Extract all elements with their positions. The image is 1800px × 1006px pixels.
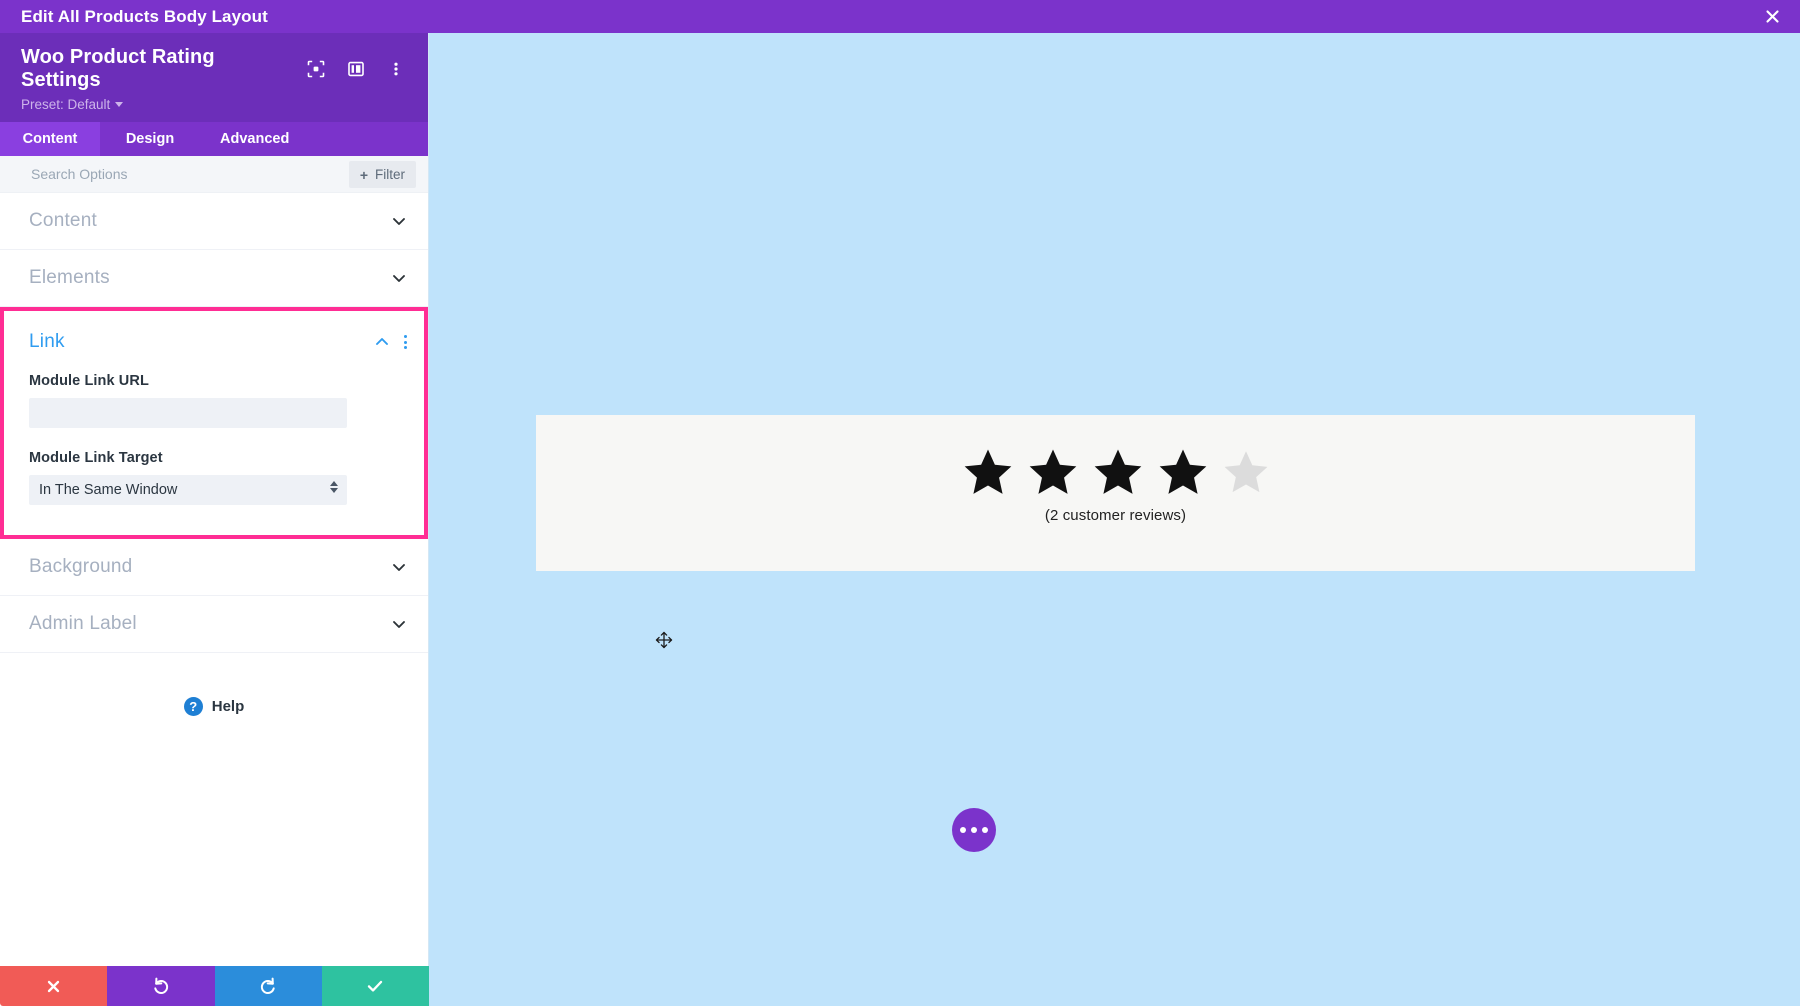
- save-button[interactable]: [321, 966, 429, 1006]
- preview-canvas: (2 customer reviews): [429, 33, 1800, 1006]
- tab-content[interactable]: Content: [0, 122, 100, 156]
- panel-header-icons: [305, 58, 407, 80]
- redo-button[interactable]: [214, 966, 322, 1006]
- undo-button[interactable]: [107, 966, 215, 1006]
- window-title: Edit All Products Body Layout: [21, 6, 268, 26]
- settings-panel: Woo Product Rating Settings Preset: Defa…: [0, 33, 429, 1006]
- preset-label: Preset: Default: [21, 97, 111, 112]
- chevron-up-icon[interactable]: [374, 334, 390, 350]
- section-label: Content: [29, 210, 97, 231]
- divi-builder-screen: Edit All Products Body Layout Woo Produc…: [0, 0, 1800, 1006]
- star-rating: [536, 415, 1695, 497]
- search-bar: + Filter: [0, 156, 428, 193]
- module-link-target-select[interactable]: In The Same Window: [29, 475, 347, 505]
- section-toggle-content[interactable]: Content: [0, 193, 428, 250]
- section-link-highlighted: Link Module Link URL Module Link Target …: [0, 307, 428, 539]
- move-cursor-icon: [655, 631, 673, 649]
- star-filled-icon: [1094, 449, 1141, 494]
- settings-sections: Content Elements Link Module Link URL Mo…: [0, 193, 428, 966]
- filter-button-label: Filter: [375, 167, 405, 182]
- module-settings-title: Woo Product Rating Settings: [21, 46, 215, 91]
- chevron-down-icon: [391, 616, 407, 632]
- star-filled-icon: [1029, 449, 1076, 494]
- question-mark-icon: ?: [183, 697, 203, 716]
- close-icon[interactable]: [1744, 0, 1800, 33]
- section-options-kebab-icon[interactable]: [404, 335, 407, 349]
- star-empty-icon: [1224, 451, 1267, 493]
- section-toggle-elements[interactable]: Elements: [0, 250, 428, 307]
- field-label: Module Link Target: [29, 450, 163, 466]
- top-bar: Edit All Products Body Layout: [0, 0, 1800, 33]
- help-button[interactable]: ? Help: [0, 697, 428, 716]
- section-toggle-background[interactable]: Background: [0, 539, 428, 596]
- updown-arrows-icon: [330, 481, 338, 493]
- chevron-down-icon: [391, 559, 407, 575]
- settings-tabs: Content Design Advanced: [0, 122, 428, 156]
- module-link-target-value: In The Same Window: [29, 475, 347, 505]
- field-module-link-target: Module Link Target In The Same Window: [4, 450, 424, 535]
- star-filled-icon: [964, 449, 1011, 494]
- star-filled-icon: [1159, 449, 1206, 494]
- panel-layout-icon[interactable]: [345, 58, 367, 80]
- field-label: Module Link URL: [29, 373, 149, 389]
- chevron-down-icon: [115, 102, 124, 107]
- cancel-button[interactable]: [0, 966, 108, 1006]
- preset-selector[interactable]: Preset: Default: [21, 97, 407, 112]
- focus-target-icon[interactable]: [305, 58, 327, 80]
- section-label: Elements: [29, 267, 110, 288]
- panel-action-bar: [0, 966, 429, 1006]
- ellipsis-icon[interactable]: [952, 808, 996, 852]
- chevron-down-icon: [391, 270, 407, 286]
- tab-design[interactable]: Design: [100, 122, 200, 156]
- panel-header: Woo Product Rating Settings Preset: Defa…: [0, 33, 428, 122]
- section-link-controls: [374, 334, 407, 350]
- field-module-link-url: Module Link URL: [4, 373, 424, 428]
- section-label: Admin Label: [29, 613, 137, 634]
- chevron-down-icon: [391, 213, 407, 229]
- plus-icon: +: [359, 166, 368, 183]
- section-label: Background: [29, 556, 133, 577]
- customer-reviews-count[interactable]: (2 customer reviews): [536, 507, 1695, 524]
- woo-product-rating-module[interactable]: (2 customer reviews): [536, 415, 1695, 571]
- kebab-menu-icon[interactable]: [385, 58, 407, 80]
- help-label: Help: [211, 698, 245, 715]
- tab-advanced[interactable]: Advanced: [200, 122, 309, 156]
- section-toggle-link[interactable]: Link: [4, 311, 424, 373]
- module-link-url-input[interactable]: [29, 398, 347, 428]
- filter-button[interactable]: + Filter: [348, 161, 416, 188]
- section-toggle-admin-label[interactable]: Admin Label: [0, 596, 428, 653]
- section-label: Link: [29, 331, 65, 352]
